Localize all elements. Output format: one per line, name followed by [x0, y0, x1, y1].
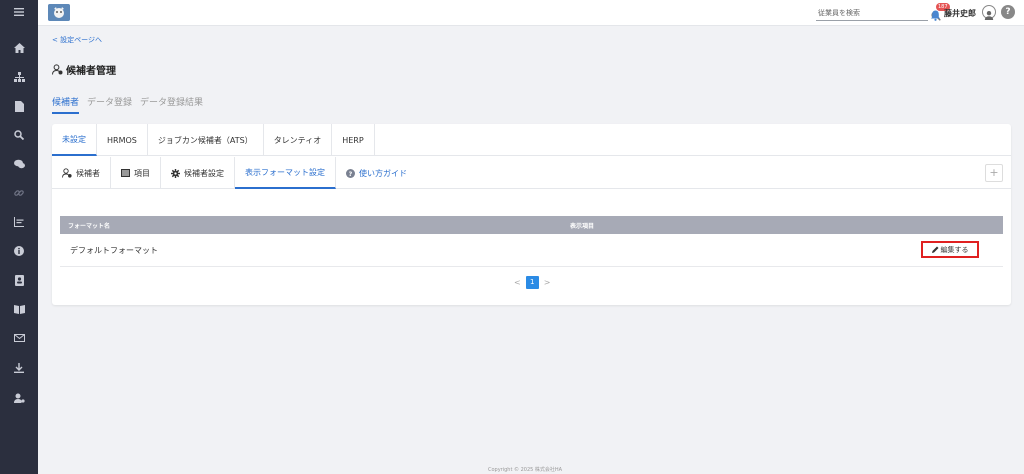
bar-chart-icon[interactable]	[0, 210, 38, 234]
pagination-next[interactable]: >	[544, 278, 551, 287]
home-icon[interactable]	[0, 36, 38, 60]
ats-tabs: 未設定 HRMOS ジョブカン候補者（ATS） タレンティオ HERP	[52, 124, 1011, 156]
candidate-manage-icon	[52, 64, 63, 75]
page-title: 候補者管理	[52, 62, 116, 77]
edit-button[interactable]: 編集する	[921, 241, 979, 258]
tab-ats-herp[interactable]: HERP	[332, 124, 375, 156]
company-logo[interactable]	[48, 4, 70, 21]
tab-ats-unset[interactable]: 未設定	[52, 124, 97, 156]
contact-card-icon[interactable]	[0, 268, 38, 292]
tab-candidates[interactable]: 候補者	[52, 95, 80, 114]
user-avatar-icon[interactable]	[982, 5, 996, 20]
mail-icon[interactable]	[0, 326, 38, 350]
table-row: デフォルトフォーマット 編集する	[60, 235, 1003, 267]
candidate-icon	[62, 168, 72, 178]
gear-icon	[171, 168, 180, 178]
column-header-display-items: 表示項目	[570, 222, 595, 230]
subtab-fields-label: 項目	[134, 168, 150, 178]
main-tabs: 候補者 データ登録 データ登録結果	[52, 95, 203, 114]
sub-tabs: 候補者 項目 候補者設定 表示フォーマット設定 ? 使い方ガイド +	[52, 157, 1011, 189]
subtab-display-format-label: 表示フォーマット設定	[245, 167, 325, 177]
employee-search-input[interactable]: 従業員を検索	[816, 6, 928, 21]
info-icon[interactable]	[0, 239, 38, 263]
footer-copyright: Copyright © 2025 株式会社HA	[488, 467, 563, 473]
edit-button-label: 編集する	[940, 245, 969, 254]
subtab-fields[interactable]: 項目	[111, 157, 161, 189]
tab-data-registration-results[interactable]: データ登録結果	[140, 95, 203, 114]
pencil-icon	[931, 246, 938, 253]
question-icon: ?	[346, 168, 355, 178]
search-icon[interactable]	[0, 123, 38, 147]
subtab-usage-guide-label: 使い方ガイド	[359, 168, 407, 178]
pagination-page-1[interactable]: 1	[525, 276, 539, 289]
subtab-candidates-label: 候補者	[76, 168, 100, 178]
svg-text:?: ?	[349, 171, 353, 178]
chat-icon[interactable]	[0, 152, 38, 176]
list-icon	[121, 169, 130, 177]
download-icon[interactable]	[0, 356, 38, 380]
sidebar	[0, 0, 38, 474]
format-name-cell: デフォルトフォーマット	[70, 246, 158, 255]
org-chart-icon[interactable]	[0, 65, 38, 89]
subtab-candidate-settings[interactable]: 候補者設定	[161, 157, 235, 189]
column-header-format-name: フォーマット名	[68, 222, 111, 230]
menu-icon[interactable]	[0, 0, 38, 24]
tab-ats-jobcan[interactable]: ジョブカン候補者（ATS）	[148, 124, 264, 156]
pagination: < 1 >	[514, 276, 550, 289]
table-header: フォーマット名 表示項目	[60, 216, 1003, 234]
user-settings-icon[interactable]	[0, 386, 38, 410]
subtab-candidate-settings-label: 候補者設定	[184, 168, 224, 178]
link-icon[interactable]	[0, 181, 38, 205]
settings-card: 未設定 HRMOS ジョブカン候補者（ATS） タレンティオ HERP 候補者 …	[52, 124, 1011, 305]
subtab-candidates[interactable]: 候補者	[52, 157, 111, 189]
pagination-prev[interactable]: <	[514, 278, 521, 287]
tab-ats-hrmos[interactable]: HRMOS	[97, 124, 148, 156]
subtab-usage-guide[interactable]: ? 使い方ガイド	[336, 157, 417, 189]
tab-ats-talentio[interactable]: タレンティオ	[264, 124, 333, 156]
top-bar: 従業員を検索 187 藤井史郎 ?	[38, 0, 1024, 26]
add-tab-button[interactable]: +	[985, 164, 1003, 182]
document-icon[interactable]	[0, 94, 38, 118]
page-title-text: 候補者管理	[66, 66, 116, 77]
user-name[interactable]: 藤井史郎	[944, 8, 976, 19]
subtab-display-format[interactable]: 表示フォーマット設定	[235, 157, 336, 189]
back-to-settings-link[interactable]: < 設定ページへ	[52, 35, 102, 45]
help-icon[interactable]: ?	[1001, 5, 1015, 19]
tab-data-registration[interactable]: データ登録	[87, 95, 132, 114]
book-icon[interactable]	[0, 297, 38, 321]
